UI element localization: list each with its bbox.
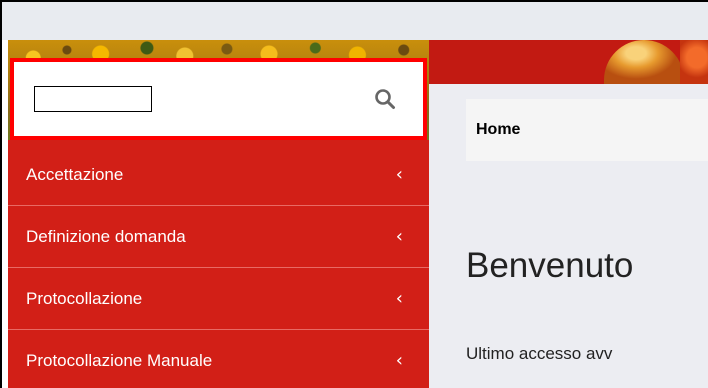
sidebar-item-definizione-domanda[interactable]: Definizione domanda ‹ bbox=[8, 206, 429, 268]
sidebar-item-label: Protocollazione bbox=[26, 288, 143, 308]
chevron-left-icon: ‹ bbox=[395, 164, 403, 185]
chevron-left-icon: ‹ bbox=[395, 288, 403, 309]
top-strip bbox=[2, 2, 708, 40]
last-access-text: Ultimo accesso avv bbox=[466, 344, 613, 363]
page-title: Benvenuto bbox=[466, 246, 634, 285]
search-icon[interactable] bbox=[374, 88, 396, 110]
sidebar-item-accettazione[interactable]: Accettazione ‹ bbox=[8, 144, 429, 206]
chevron-left-icon: ‹ bbox=[395, 350, 403, 371]
breadcrumb: Home bbox=[466, 99, 708, 161]
breadcrumb-home-link[interactable]: Home bbox=[476, 121, 520, 139]
sidebar-item-protocollazione[interactable]: Protocollazione ‹ bbox=[8, 268, 429, 330]
sidebar: Accettazione ‹ Definizione domanda ‹ Pro… bbox=[8, 40, 429, 388]
chevron-left-icon: ‹ bbox=[395, 226, 403, 247]
sidebar-item-label: Protocollazione Manuale bbox=[26, 350, 213, 370]
header-banner-image-right bbox=[680, 40, 708, 84]
search-input[interactable] bbox=[34, 86, 152, 112]
sidebar-item-protocollazione-manuale[interactable]: Protocollazione Manuale ‹ bbox=[8, 330, 429, 388]
sidebar-item-label: Definizione domanda bbox=[26, 226, 186, 246]
search-box-highlight bbox=[10, 58, 427, 140]
sidebar-item-label: Accettazione bbox=[26, 164, 124, 184]
